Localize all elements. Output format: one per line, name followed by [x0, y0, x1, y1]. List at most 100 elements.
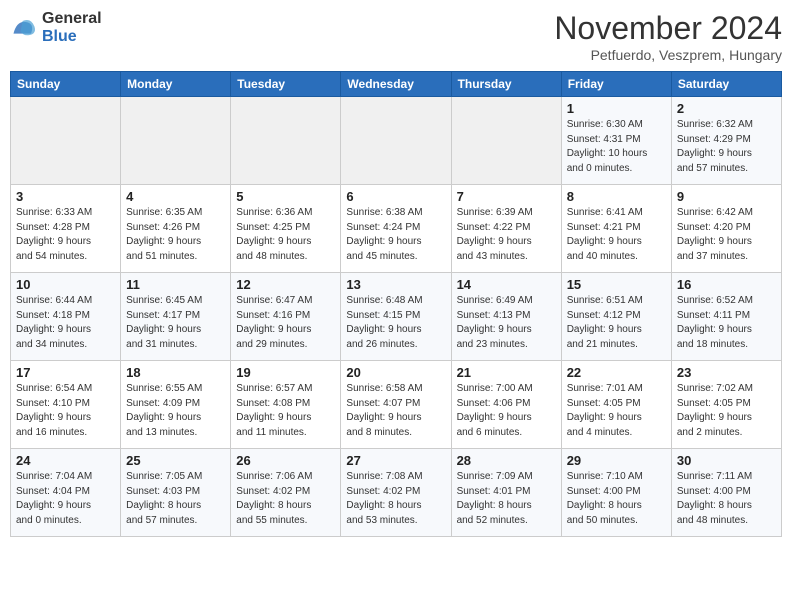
day-number: 9	[677, 189, 776, 204]
calendar: SundayMondayTuesdayWednesdayThursdayFrid…	[10, 71, 782, 537]
calendar-cell: 4Sunrise: 6:35 AMSunset: 4:26 PMDaylight…	[121, 185, 231, 273]
logo: General Blue	[10, 10, 102, 45]
day-info: Sunrise: 7:08 AMSunset: 4:02 PMDaylight:…	[346, 470, 445, 528]
calendar-cell	[121, 97, 231, 185]
weekday-header-friday: Friday	[561, 72, 671, 97]
day-number: 3	[16, 189, 115, 204]
day-info: Sunrise: 6:54 AMSunset: 4:10 PMDaylight:…	[16, 382, 115, 440]
day-info: Sunrise: 6:49 AMSunset: 4:13 PMDaylight:…	[457, 294, 556, 352]
day-info: Sunrise: 7:01 AMSunset: 4:05 PMDaylight:…	[567, 382, 666, 440]
calendar-cell: 30Sunrise: 7:11 AMSunset: 4:00 PMDayligh…	[671, 449, 781, 537]
day-info: Sunrise: 6:33 AMSunset: 4:28 PMDaylight:…	[16, 206, 115, 264]
calendar-cell: 26 Sunrise: 7:06 AMSunset: 4:02 PMDayligh…	[231, 449, 341, 537]
logo-icon	[10, 14, 38, 42]
calendar-cell	[231, 97, 341, 185]
day-info: Sunrise: 6:51 AMSunset: 4:12 PMDaylight:…	[567, 294, 666, 352]
weekday-header-tuesday: Tuesday	[231, 72, 341, 97]
week-row-4: 17 Sunrise: 6:54 AMSunset: 4:10 PMDayligh…	[11, 361, 782, 449]
day-number: 11	[126, 277, 225, 292]
day-number: 26	[236, 453, 335, 468]
calendar-cell: 16Sunrise: 6:52 AMSunset: 4:11 PMDayligh…	[671, 273, 781, 361]
weekday-header-monday: Monday	[121, 72, 231, 97]
location: Petfuerdo, Veszprem, Hungary	[554, 47, 782, 63]
day-number: 2	[677, 101, 776, 116]
month-title: November 2024	[554, 10, 782, 47]
calendar-cell: 22 Sunrise: 7:01 AMSunset: 4:05 PMDayligh…	[561, 361, 671, 449]
day-number: 20	[346, 365, 445, 380]
day-info: Sunrise: 6:38 AMSunset: 4:24 PMDaylight:…	[346, 206, 445, 264]
day-info: Sunrise: 6:30 AMSunset: 4:31 PMDaylight:…	[567, 118, 666, 176]
day-number: 4	[126, 189, 225, 204]
day-number: 19	[236, 365, 335, 380]
day-info: Sunrise: 6:47 AMSunset: 4:16 PMDaylight:…	[236, 294, 335, 352]
day-number: 12	[236, 277, 335, 292]
title-block: November 2024 Petfuerdo, Veszprem, Hunga…	[554, 10, 782, 63]
calendar-cell: 5 Sunrise: 6:36 AMSunset: 4:25 PMDaylight…	[231, 185, 341, 273]
calendar-cell: 18 Sunrise: 6:55 AMSunset: 4:09 PMDayligh…	[121, 361, 231, 449]
calendar-cell: 27 Sunrise: 7:08 AMSunset: 4:02 PMDayligh…	[341, 449, 451, 537]
calendar-cell	[451, 97, 561, 185]
day-info: Sunrise: 6:39 AMSunset: 4:22 PMDaylight:…	[457, 206, 556, 264]
day-number: 29	[567, 453, 666, 468]
day-number: 6	[346, 189, 445, 204]
day-info: Sunrise: 6:55 AMSunset: 4:09 PMDaylight:…	[126, 382, 225, 440]
day-info: Sunrise: 7:04 AMSunset: 4:04 PMDaylight:…	[16, 470, 115, 528]
day-info: Sunrise: 6:42 AMSunset: 4:20 PMDaylight:…	[677, 206, 776, 264]
logo-text: General Blue	[42, 10, 102, 45]
day-number: 18	[126, 365, 225, 380]
calendar-cell: 24 Sunrise: 7:04 AMSunset: 4:04 PMDayligh…	[11, 449, 121, 537]
weekday-header-thursday: Thursday	[451, 72, 561, 97]
day-info: Sunrise: 6:36 AMSunset: 4:25 PMDaylight:…	[236, 206, 335, 264]
calendar-cell: 29 Sunrise: 7:10 AMSunset: 4:00 PMDayligh…	[561, 449, 671, 537]
day-info: Sunrise: 7:05 AMSunset: 4:03 PMDaylight:…	[126, 470, 225, 528]
calendar-cell: 21Sunrise: 7:00 AMSunset: 4:06 PMDayligh…	[451, 361, 561, 449]
logo-general: General	[42, 10, 102, 28]
day-info: Sunrise: 6:44 AMSunset: 4:18 PMDaylight:…	[16, 294, 115, 352]
week-row-3: 10Sunrise: 6:44 AMSunset: 4:18 PMDayligh…	[11, 273, 782, 361]
day-number: 22	[567, 365, 666, 380]
day-info: Sunrise: 7:06 AMSunset: 4:02 PMDaylight:…	[236, 470, 335, 528]
day-number: 24	[16, 453, 115, 468]
day-number: 25	[126, 453, 225, 468]
calendar-cell	[11, 97, 121, 185]
calendar-cell: 7 Sunrise: 6:39 AMSunset: 4:22 PMDaylight…	[451, 185, 561, 273]
calendar-cell	[341, 97, 451, 185]
day-number: 23	[677, 365, 776, 380]
calendar-cell: 23 Sunrise: 7:02 AMSunset: 4:05 PMDayligh…	[671, 361, 781, 449]
day-number: 13	[346, 277, 445, 292]
day-info: Sunrise: 6:41 AMSunset: 4:21 PMDaylight:…	[567, 206, 666, 264]
calendar-cell: 8Sunrise: 6:41 AMSunset: 4:21 PMDaylight…	[561, 185, 671, 273]
day-info: Sunrise: 6:45 AMSunset: 4:17 PMDaylight:…	[126, 294, 225, 352]
day-number: 27	[346, 453, 445, 468]
weekday-header-sunday: Sunday	[11, 72, 121, 97]
page-header: General Blue November 2024 Petfuerdo, Ve…	[10, 10, 782, 63]
week-row-2: 3 Sunrise: 6:33 AMSunset: 4:28 PMDaylight…	[11, 185, 782, 273]
day-number: 17	[16, 365, 115, 380]
day-info: Sunrise: 6:52 AMSunset: 4:11 PMDaylight:…	[677, 294, 776, 352]
week-row-1: 1 Sunrise: 6:30 AMSunset: 4:31 PMDaylight…	[11, 97, 782, 185]
calendar-cell: 2Sunrise: 6:32 AMSunset: 4:29 PMDaylight…	[671, 97, 781, 185]
day-number: 7	[457, 189, 556, 204]
day-info: Sunrise: 7:00 AMSunset: 4:06 PMDaylight:…	[457, 382, 556, 440]
calendar-cell: 10Sunrise: 6:44 AMSunset: 4:18 PMDayligh…	[11, 273, 121, 361]
calendar-cell: 6 Sunrise: 6:38 AMSunset: 4:24 PMDaylight…	[341, 185, 451, 273]
calendar-cell: 25 Sunrise: 7:05 AMSunset: 4:03 PMDayligh…	[121, 449, 231, 537]
day-number: 1	[567, 101, 666, 116]
day-info: Sunrise: 7:10 AMSunset: 4:00 PMDaylight:…	[567, 470, 666, 528]
weekday-header-saturday: Saturday	[671, 72, 781, 97]
day-info: Sunrise: 7:09 AMSunset: 4:01 PMDaylight:…	[457, 470, 556, 528]
day-info: Sunrise: 7:02 AMSunset: 4:05 PMDaylight:…	[677, 382, 776, 440]
calendar-cell: 1 Sunrise: 6:30 AMSunset: 4:31 PMDaylight…	[561, 97, 671, 185]
calendar-cell: 12 Sunrise: 6:47 AMSunset: 4:16 PMDayligh…	[231, 273, 341, 361]
calendar-cell: 15Sunrise: 6:51 AMSunset: 4:12 PMDayligh…	[561, 273, 671, 361]
day-info: Sunrise: 6:48 AMSunset: 4:15 PMDaylight:…	[346, 294, 445, 352]
weekday-header-row: SundayMondayTuesdayWednesdayThursdayFrid…	[11, 72, 782, 97]
weekday-header-wednesday: Wednesday	[341, 72, 451, 97]
day-number: 14	[457, 277, 556, 292]
day-number: 28	[457, 453, 556, 468]
week-row-5: 24 Sunrise: 7:04 AMSunset: 4:04 PMDayligh…	[11, 449, 782, 537]
day-number: 5	[236, 189, 335, 204]
day-info: Sunrise: 6:58 AMSunset: 4:07 PMDaylight:…	[346, 382, 445, 440]
calendar-cell: 17 Sunrise: 6:54 AMSunset: 4:10 PMDayligh…	[11, 361, 121, 449]
calendar-cell: 13 Sunrise: 6:48 AMSunset: 4:15 PMDayligh…	[341, 273, 451, 361]
